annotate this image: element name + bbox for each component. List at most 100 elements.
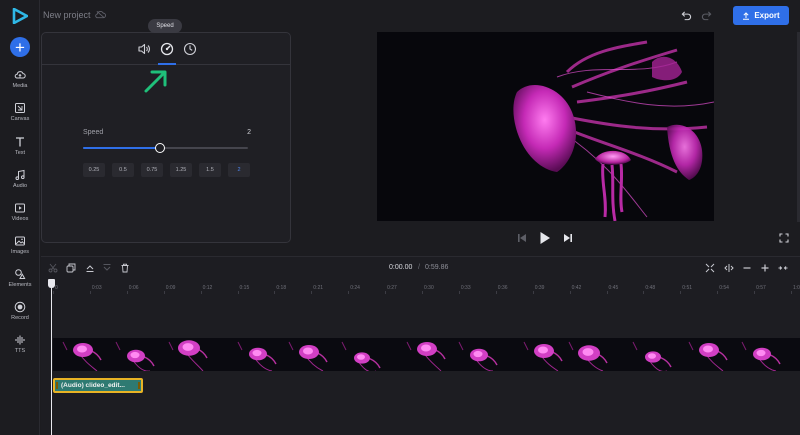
- video-thumbnail: [566, 338, 623, 371]
- ruler-tick: [495, 291, 497, 294]
- sidebar-item-media[interactable]: Media: [0, 69, 40, 99]
- speed-slider-fill: [83, 147, 160, 149]
- record-icon: [14, 301, 26, 313]
- split-scissors-icon[interactable]: [48, 263, 58, 273]
- delete-icon[interactable]: [120, 263, 130, 273]
- video-thumbnail: [452, 338, 509, 371]
- video-preview[interactable]: [377, 32, 714, 221]
- ruler-tick-label: 0:48: [645, 285, 656, 291]
- collapse-icon[interactable]: [778, 263, 788, 273]
- cloud-upload-icon: [14, 71, 26, 79]
- clock-icon[interactable]: [183, 42, 197, 56]
- sidebar-item-label: Elements: [8, 282, 32, 288]
- ruler-tick: [754, 291, 756, 294]
- speed-preset-button[interactable]: 1.5: [199, 163, 221, 177]
- video-thumbnail: [281, 338, 338, 371]
- fit-timeline-icon[interactable]: [705, 263, 715, 273]
- ruler-tick: [237, 291, 239, 294]
- skip-forward-icon[interactable]: [563, 233, 573, 243]
- duplicate-icon[interactable]: [66, 263, 76, 273]
- ruler-tick: [791, 291, 792, 294]
- ruler-tick-label: 0:33: [460, 285, 471, 291]
- ruler-tick: [643, 291, 645, 294]
- ruler-tick-label: 0:36: [497, 285, 508, 291]
- export-label: Export: [754, 11, 780, 20]
- timeline-ruler[interactable]: 0 0:03 0:06 0:09 0:12 0:15 0:18 0:21 0:24 0:27 0:3…: [41, 282, 800, 296]
- playhead[interactable]: [51, 280, 52, 435]
- undo-icon[interactable]: [681, 10, 692, 21]
- export-button[interactable]: Export: [733, 6, 789, 25]
- ruler-tick-label: 0:42: [571, 285, 582, 291]
- ruler-tick-label: 0:45: [608, 285, 619, 291]
- video-thumbnail: [794, 338, 800, 371]
- sidebar-item-text[interactable]: Text: [0, 136, 40, 166]
- sidebar-item-label: Media: [12, 83, 28, 89]
- ruler-tick: [348, 291, 350, 294]
- jellyfish-frame: [377, 32, 714, 221]
- speedometer-icon[interactable]: [160, 42, 174, 56]
- sidebar-item-elements[interactable]: Elements: [0, 268, 40, 298]
- bring-forward-icon[interactable]: [85, 263, 95, 273]
- video-thumbnail: [680, 338, 737, 371]
- ruler-tick: [532, 291, 534, 294]
- redo-icon[interactable]: [701, 10, 712, 21]
- ruler-tick-label: 0:51: [682, 285, 693, 291]
- ruler-tick-label: 0:15: [239, 285, 250, 291]
- speed-preset-button[interactable]: 0.5: [112, 163, 134, 177]
- project-title[interactable]: New project: [43, 10, 91, 20]
- sidebar: + Media Canvas Text Audio Videos Images Elemen…: [0, 0, 40, 435]
- current-time: 0:00.00: [389, 264, 413, 271]
- video-track[interactable]: [53, 338, 800, 371]
- total-time: 0:59.86: [425, 264, 449, 271]
- ruler-tick: [163, 291, 165, 294]
- skip-back-icon[interactable]: [517, 233, 527, 243]
- annotation-arrow-icon: [144, 70, 167, 93]
- video-thumbnail: [623, 338, 680, 371]
- zoom-in-icon[interactable]: [760, 263, 770, 273]
- sidebar-item-images[interactable]: Images: [0, 235, 40, 265]
- ruler-tick: [200, 291, 202, 294]
- video-thumbnail: [167, 338, 224, 371]
- speed-slider-thumb[interactable]: [155, 143, 165, 153]
- sidebar-item-videos[interactable]: Videos: [0, 202, 40, 232]
- volume-icon[interactable]: [137, 42, 151, 56]
- fullscreen-icon[interactable]: [779, 233, 789, 243]
- ruler-tick-label: 0:03: [91, 285, 102, 291]
- video-thumbnail: [110, 338, 167, 371]
- sidebar-item-label: Audio: [12, 183, 28, 189]
- play-icon[interactable]: [539, 231, 551, 245]
- time-separator: /: [418, 264, 420, 271]
- add-media-button[interactable]: +: [10, 37, 30, 57]
- split-view-icon[interactable]: [724, 263, 734, 273]
- audio-clip-handle-right[interactable]: [138, 382, 140, 389]
- text-icon: [16, 137, 24, 147]
- speed-tooltip: Speed: [148, 19, 182, 33]
- active-tab-indicator: [158, 63, 176, 65]
- video-thumbnail: [224, 338, 281, 371]
- send-backward-icon[interactable]: [102, 263, 112, 273]
- sidebar-item-canvas[interactable]: Canvas: [0, 102, 40, 132]
- ruler-tick: [422, 291, 423, 294]
- ruler-tick-label: 0:12: [202, 285, 213, 291]
- sidebar-item-label: Videos: [11, 216, 29, 222]
- ruler-tick: [126, 291, 128, 294]
- sidebar-item-record[interactable]: Record: [0, 301, 40, 331]
- logo-icon[interactable]: [12, 8, 28, 24]
- zoom-out-icon[interactable]: [742, 263, 752, 273]
- speed-slider[interactable]: [83, 143, 248, 153]
- ruler-tick-label: 0:54: [719, 285, 729, 291]
- sidebar-item-tts[interactable]: TTS: [0, 334, 40, 364]
- ruler-tick: [385, 291, 387, 294]
- audio-clip[interactable]: (Audio) clideo_edit...: [53, 378, 143, 393]
- sidebar-item-audio[interactable]: Audio: [0, 169, 40, 199]
- audio-clip-handle-left[interactable]: [56, 382, 58, 389]
- speed-preset-button[interactable]: 0.25: [83, 163, 105, 177]
- video-thumbnail: [53, 338, 110, 371]
- timeline: 0:00.00 / 0:59.86 0 0:03 0:06 0:09 0:12 0:15 0…: [41, 256, 800, 435]
- speed-preset-button[interactable]: 2: [228, 163, 250, 177]
- speed-preset-button[interactable]: 1.25: [170, 163, 192, 177]
- ruler-tick-label: 1:00: [793, 285, 800, 291]
- sidebar-item-label: Canvas: [10, 116, 30, 122]
- sidebar-item-label: TTS: [14, 348, 26, 354]
- speed-preset-button[interactable]: 0.75: [141, 163, 163, 177]
